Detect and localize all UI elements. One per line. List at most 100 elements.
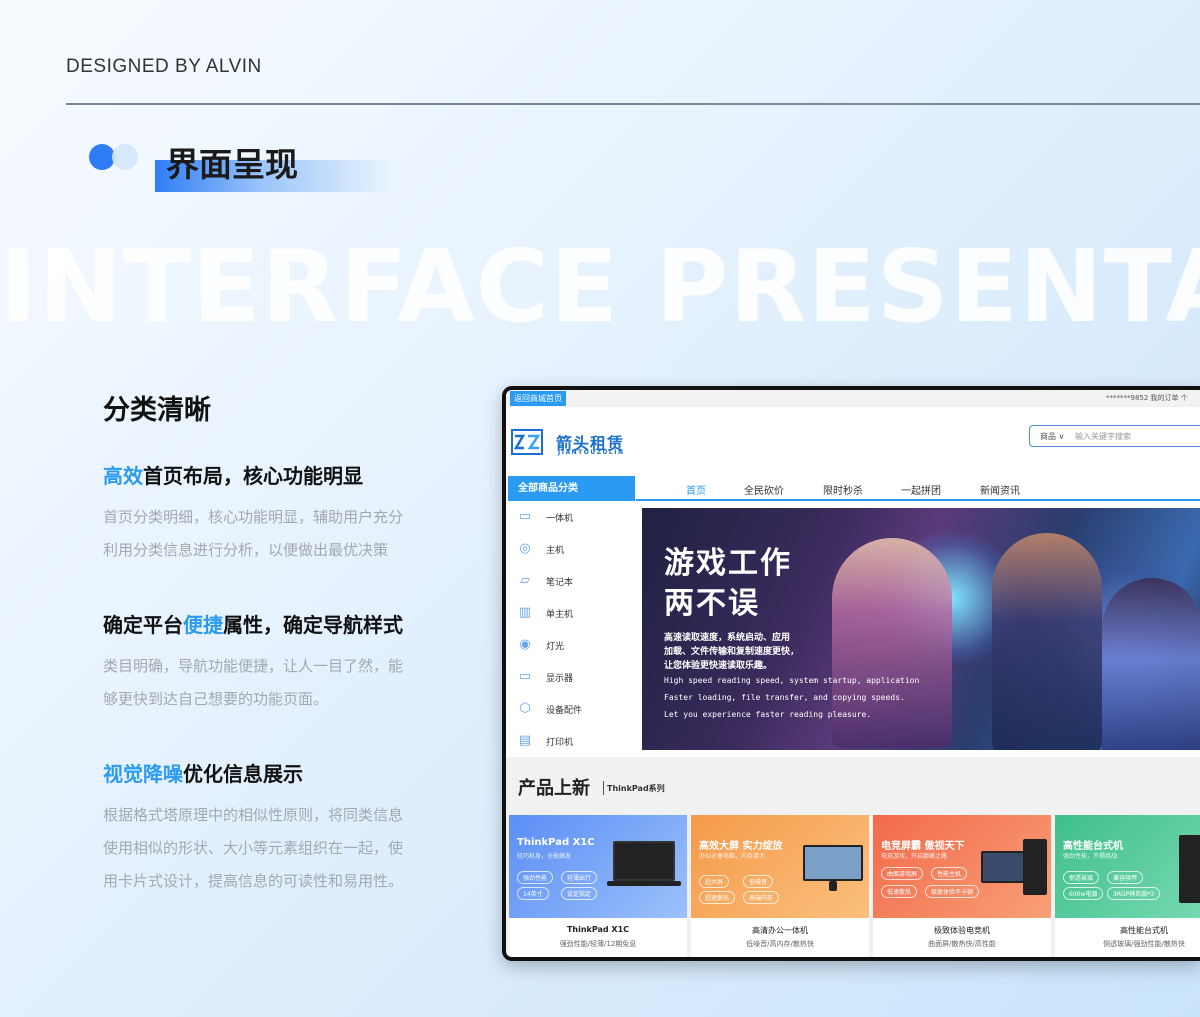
designed-by: DESIGNED BY ALVIN xyxy=(66,56,262,77)
nav-underline xyxy=(636,499,1200,501)
title-separator xyxy=(603,781,604,795)
category-sidebar: ▭ 一体机 ◎ 主机 ▱ 笔记本 ▥ 单主机 ◉ 灯光 ▭ 显示器 ⬡ 设备配件 ▤ 打印机 xyxy=(508,501,635,755)
hero-banner[interactable]: 游戏工作 两不误 高速读取速度，系统启动、应用 加载、文件传输和复制速度更快， … xyxy=(642,508,1200,750)
website-screen: 返回商城首页 *******9852 我的订单 个 箭头租赁 JIANTOUZU… xyxy=(506,390,1200,957)
laptop-image xyxy=(613,841,675,881)
feature-section-1: 高效首页布局，核心功能明显 首页分类明细，核心功能明显，辅助用户充分 利用分类信… xyxy=(103,460,443,567)
card-title: ThinkPad X1C xyxy=(517,837,595,848)
product-name: ThinkPad X1C xyxy=(566,925,630,934)
card-tag: 轻薄出行 xyxy=(561,871,598,884)
product-desc: 强劲性能/轻薄/12期免息 xyxy=(559,940,637,948)
search-box[interactable]: 商品 ∨ 输入关键字搜索 xyxy=(1029,425,1200,447)
banner-title-line2: 两不误 xyxy=(664,586,760,621)
feature-section-2: 确定平台便捷属性，确定导航样式 类目明确，导航功能便捷，让人一目了然，能 够更快… xyxy=(103,609,443,716)
card-tag: 极致体验不卡顿 xyxy=(925,885,980,898)
sidebar-item-tower[interactable]: ▥ 单主机 xyxy=(508,597,635,629)
card-subtitle: 轻巧机身，全能触发 xyxy=(517,853,572,860)
sidebar-item-laptop[interactable]: ▱ 笔记本 xyxy=(508,565,635,597)
all-categories-button[interactable]: 全部商品分类 xyxy=(508,476,635,501)
card-tag: 高端内存 xyxy=(743,891,780,904)
sidebar-item-monitor[interactable]: ▭ 显示器 xyxy=(508,661,635,693)
product-card[interactable]: 电竞屏霸 傲视天下 电竞游戏，开启巅峰之路 曲面游戏屏 性能主机 低速散热 极致… xyxy=(873,815,1051,957)
gaming-monitor-image xyxy=(981,851,1027,883)
sidebar-item-lighting[interactable]: ◉ 灯光 xyxy=(508,629,635,661)
card-tag: 设定指定 xyxy=(561,887,598,900)
card-tag: 超速散热 xyxy=(699,891,736,904)
card-tag: 600w电源 xyxy=(1063,887,1104,900)
top-bar: 返回商城首页 *******9852 我的订单 个 xyxy=(506,390,1200,407)
background-watermark-text: INTERFACE PRESENTATION xyxy=(0,232,1200,342)
accessory-icon: ⬡ xyxy=(519,701,531,716)
laptop-icon: ▱ xyxy=(520,573,530,588)
product-image: 电竞屏霸 傲视天下 电竞游戏，开启巅峰之路 曲面游戏屏 性能主机 低速散热 极致… xyxy=(873,815,1051,918)
nav-item-bargain[interactable]: 全民砍价 xyxy=(744,482,784,497)
desktop-tower-image xyxy=(1179,835,1200,903)
card-tag: 低噪音 xyxy=(743,875,774,888)
nav-item-flash-sale[interactable]: 限时秒杀 xyxy=(823,482,863,497)
user-links[interactable]: *******9852 我的订单 个 xyxy=(1106,393,1188,403)
card-subtitle: 办公必备电脑，内存增大 xyxy=(699,853,766,860)
left-heading: 分类清晰 xyxy=(103,395,211,426)
printer-icon: ▤ xyxy=(518,733,532,748)
product-desc: 侧透玻璃/强劲性能/散热快 xyxy=(1103,940,1185,948)
card-title: 高性能台式机 xyxy=(1063,841,1123,852)
search-category-select[interactable]: 商品 ∨ xyxy=(1040,431,1064,442)
product-image: 高性能台式机 强劲性能，不惧挑战 侧透玻璃 兼容强悍 600w电源 3RGP神风… xyxy=(1055,815,1200,918)
host-icon: ◎ xyxy=(519,541,531,556)
feature-heading: 高效首页布局，核心功能明显 xyxy=(103,464,363,488)
banner-cn-text: 高速读取速度，系统启动、应用 xyxy=(664,633,791,643)
product-image: ThinkPad X1C 轻巧机身，全能触发 强劲性能 轻薄出行 14英寸 设定… xyxy=(509,815,687,918)
tower-icon: ▥ xyxy=(518,605,532,620)
feature-text: 利用分类信息进行分析，以便做出最优决策 xyxy=(103,541,389,559)
sidebar-item-printer[interactable]: ▤ 打印机 xyxy=(508,725,635,757)
feature-heading: 确定平台便捷属性，确定导航样式 xyxy=(103,613,403,637)
new-products-subtitle: ThinkPad系列 xyxy=(607,784,665,793)
search-input[interactable]: 输入关键字搜索 xyxy=(1075,431,1131,442)
feature-text: 够更快到达自己想要的功能页面。 xyxy=(103,690,329,708)
product-card[interactable]: 高性能台式机 强劲性能，不惧挑战 侧透玻璃 兼容强悍 600w电源 3RGP神风… xyxy=(1055,815,1200,957)
product-name: 高清办公一体机 xyxy=(752,926,808,935)
banner-title-line1: 游戏工作 xyxy=(664,546,792,581)
feature-text: 使用相似的形状、大小等元素组织在一起，使 xyxy=(103,839,404,857)
sidebar-item-all-in-one[interactable]: ▭ 一体机 xyxy=(508,501,635,533)
banner-en-text: Faster loading, file transfer, and copyi… xyxy=(664,693,905,702)
card-tag: 强劲性能 xyxy=(517,871,554,884)
card-subtitle: 电竞游戏，开启巅峰之路 xyxy=(881,853,948,860)
banner-character xyxy=(992,533,1102,750)
banner-cn-text: 让您体验更快速读取乐趣。 xyxy=(664,661,773,671)
sidebar-item-accessories[interactable]: ⬡ 设备配件 xyxy=(508,693,635,725)
product-desc: 曲面屏/散热快/高性能 xyxy=(928,940,996,948)
product-card[interactable]: ThinkPad X1C 轻巧机身，全能触发 强劲性能 轻薄出行 14英寸 设定… xyxy=(509,815,687,957)
product-image: 高效大屏 实力绽放 办公必备电脑，内存增大 超大屏 低噪音 超速散热 高端内存 xyxy=(691,815,869,918)
feature-section-3: 视觉降噪优化信息展示 根据格式塔原理中的相似性原则，将同类信息 使用相似的形状、… xyxy=(103,758,443,898)
back-to-mall-button[interactable]: 返回商城首页 xyxy=(510,391,566,406)
gaming-tower-image xyxy=(1023,839,1047,895)
banner-character xyxy=(1102,578,1200,750)
sidebar-item-host[interactable]: ◎ 主机 xyxy=(508,533,635,565)
card-title: 高效大屏 实力绽放 xyxy=(699,841,783,852)
product-card[interactable]: 高效大屏 实力绽放 办公必备电脑，内存增大 超大屏 低噪音 超速散热 高端内存 … xyxy=(691,815,869,957)
product-desc: 低噪音/高内存/散热快 xyxy=(746,940,814,948)
card-tag: 低速散热 xyxy=(881,885,918,898)
card-tag: 3RGP神风扇*3 xyxy=(1107,887,1161,900)
monitor-image xyxy=(803,845,863,881)
monitor-stand xyxy=(829,881,837,891)
card-title: 电竞屏霸 傲视天下 xyxy=(881,841,965,852)
card-tag: 性能主机 xyxy=(931,867,968,880)
card-tag: 曲面游戏屏 xyxy=(881,867,924,880)
all-in-one-icon: ▭ xyxy=(518,509,532,524)
divider xyxy=(66,103,1200,105)
nav-item-home[interactable]: 首页 xyxy=(686,482,706,497)
feature-text: 用卡片式设计，提高信息的可读性和易用性。 xyxy=(103,872,404,890)
nav-item-news[interactable]: 新闻资讯 xyxy=(980,482,1020,497)
feature-heading: 视觉降噪优化信息展示 xyxy=(103,762,303,786)
banner-en-text: High speed reading speed, system startup… xyxy=(664,676,920,685)
section-title: 界面呈现 xyxy=(166,145,298,184)
nav-item-group-buy[interactable]: 一起拼团 xyxy=(901,482,941,497)
card-tag: 超大屏 xyxy=(699,875,730,888)
product-name: 极致体验电竞机 xyxy=(934,926,990,935)
feature-text: 根据格式塔原理中的相似性原则，将同类信息 xyxy=(103,806,404,824)
brand-logo-icon[interactable] xyxy=(511,428,543,456)
card-tag: 侧透玻璃 xyxy=(1063,871,1100,884)
feature-text: 类目明确，导航功能便捷，让人一目了然，能 xyxy=(103,657,404,675)
